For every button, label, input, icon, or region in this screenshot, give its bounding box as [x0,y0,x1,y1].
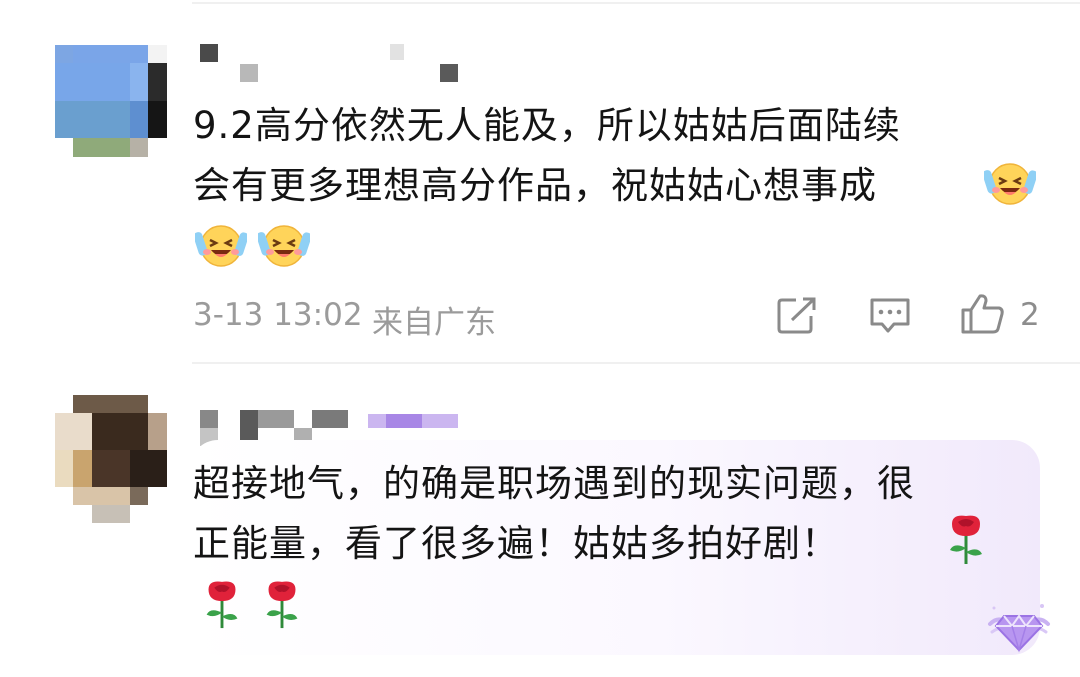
comment-text-line-1: 超接地气，的确是职场遇到的现实问题，很 [193,462,915,505]
comment-icon[interactable] [868,296,912,336]
username-blurred[interactable] [200,44,470,84]
crying-laughing-emoji [195,225,247,267]
crying-laughing-emoji [258,225,310,267]
crying-laughing-emoji [984,163,1036,205]
avatar[interactable] [55,395,167,523]
like-count: 2 [1020,297,1040,333]
comment-text-line-1: 9.2高分依然无人能及，所以姑姑后面陆续 [193,104,901,147]
like-icon[interactable] [960,292,1006,336]
share-icon[interactable] [776,296,818,336]
comment-timestamp: 3-13 13:02 [193,297,363,333]
gem-badge-icon [988,604,1050,653]
comment-text-line-2: 会有更多理想高分作品，祝姑姑心想事成 [193,164,877,207]
avatar[interactable] [55,45,167,157]
rose-emoji [266,581,298,629]
top-divider [192,2,1080,4]
rose-emoji [206,581,238,629]
comment-text-line-2: 正能量，看了很多遍！姑姑多拍好剧！ [193,522,839,565]
comment-divider [192,362,1080,364]
rose-emoji [950,515,982,564]
comment-location: 来自广东 [372,305,496,341]
